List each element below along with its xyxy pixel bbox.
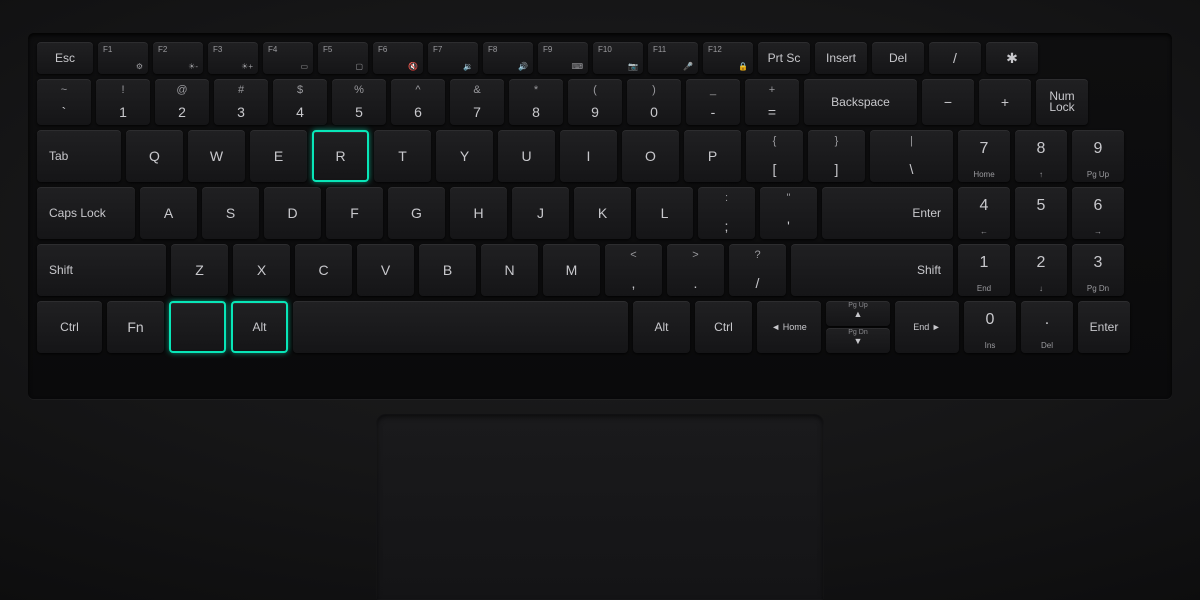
key-s[interactable]: S <box>202 187 259 239</box>
key-n[interactable]: N <box>481 244 538 296</box>
key-\[interactable]: |\ <box>870 130 953 182</box>
key-h[interactable]: H <box>450 187 507 239</box>
numpad-2[interactable]: 2↓ <box>1015 244 1067 296</box>
key-f3[interactable]: F3☀+ <box>208 42 258 74</box>
numpad-4[interactable]: 4← <box>958 187 1010 239</box>
key-1[interactable]: !1 <box>96 79 150 125</box>
key-alt-left[interactable]: Alt <box>231 301 288 353</box>
key-f6[interactable]: F6🔇 <box>373 42 423 74</box>
trackpad[interactable] <box>376 414 824 600</box>
key-w[interactable]: W <box>188 130 245 182</box>
key-p[interactable]: P <box>684 130 741 182</box>
key-insert[interactable]: Insert <box>815 42 867 74</box>
key-,[interactable]: <, <box>605 244 662 296</box>
keyboard: EscF1⚙F2☀-F3☀+F4▭F5▢F6🔇F7🔉F8🔊F9⌨F10📷F11🎤… <box>28 33 1172 399</box>
key-5[interactable]: %5 <box>332 79 386 125</box>
key-d[interactable]: D <box>264 187 321 239</box>
key-f9[interactable]: F9⌨ <box>538 42 588 74</box>
key-del[interactable]: Del <box>872 42 924 74</box>
key-+[interactable]: + <box>979 79 1031 125</box>
key-b[interactable]: B <box>419 244 476 296</box>
key-shift[interactable]: Shift <box>37 244 166 296</box>
key-enter[interactable]: Enter <box>1078 301 1130 353</box>
numpad-8[interactable]: 8↑ <box>1015 130 1067 182</box>
key-f4[interactable]: F4▭ <box>263 42 313 74</box>
key-spacebar[interactable] <box>293 301 628 353</box>
key-o[interactable]: O <box>622 130 679 182</box>
key-alt[interactable]: Alt <box>633 301 690 353</box>
key-num-lock[interactable]: NumLock <box>1036 79 1088 125</box>
key-.[interactable]: >. <box>667 244 724 296</box>
key-g[interactable]: G <box>388 187 445 239</box>
key-x[interactable]: X <box>233 244 290 296</box>
key-6[interactable]: ^6 <box>391 79 445 125</box>
key-v[interactable]: V <box>357 244 414 296</box>
numpad-.[interactable]: .Del <box>1021 301 1073 353</box>
arrow-down-key[interactable]: Pg Dn▼ <box>826 328 890 353</box>
key-f10[interactable]: F10📷 <box>593 42 643 74</box>
key-win[interactable] <box>169 301 226 353</box>
key-f5[interactable]: F5▢ <box>318 42 368 74</box>
numpad-1[interactable]: 1End <box>958 244 1010 296</box>
key--[interactable]: _- <box>686 79 740 125</box>
key-e[interactable]: E <box>250 130 307 182</box>
key-k[interactable]: K <box>574 187 631 239</box>
key-q[interactable]: Q <box>126 130 183 182</box>
key-3[interactable]: #3 <box>214 79 268 125</box>
key-f1[interactable]: F1⚙ <box>98 42 148 74</box>
key-m[interactable]: M <box>543 244 600 296</box>
key-7[interactable]: &7 <box>450 79 504 125</box>
numpad-0[interactable]: 0Ins <box>964 301 1016 353</box>
numpad-9[interactable]: 9Pg Up <box>1072 130 1124 182</box>
key-z[interactable]: Z <box>171 244 228 296</box>
key-fn[interactable]: Fn <box>107 301 164 353</box>
numpad-5[interactable]: 5 <box>1015 187 1067 239</box>
key-4[interactable]: $4 <box>273 79 327 125</box>
key-c[interactable]: C <box>295 244 352 296</box>
numpad-6[interactable]: 6→ <box>1072 187 1124 239</box>
key-`[interactable]: ~` <box>37 79 91 125</box>
key-][interactable]: }] <box>808 130 865 182</box>
key-caps-lock[interactable]: Caps Lock <box>37 187 135 239</box>
key-shift[interactable]: Shift <box>791 244 953 296</box>
key-f2[interactable]: F2☀- <box>153 42 203 74</box>
key-backspace[interactable]: Backspace <box>804 79 917 125</box>
key-ctrl[interactable]: Ctrl <box>37 301 102 353</box>
key-=[interactable]: += <box>745 79 799 125</box>
arrow-left-key[interactable]: ◄ Home <box>757 301 821 353</box>
key-enter[interactable]: Enter <box>822 187 953 239</box>
key-f7[interactable]: F7🔉 <box>428 42 478 74</box>
key-j[interactable]: J <box>512 187 569 239</box>
key-y[interactable]: Y <box>436 130 493 182</box>
key-;[interactable]: :; <box>698 187 755 239</box>
key-f8[interactable]: F8🔊 <box>483 42 533 74</box>
arrow-up-key[interactable]: Pg Up▲ <box>826 301 890 326</box>
key-2[interactable]: @2 <box>155 79 209 125</box>
key-9[interactable]: (9 <box>568 79 622 125</box>
arrow-right-key[interactable]: End ► <box>895 301 959 353</box>
key-r[interactable]: R <box>312 130 369 182</box>
key-u[interactable]: U <box>498 130 555 182</box>
key-✱[interactable]: ✱ <box>986 42 1038 74</box>
key-esc[interactable]: Esc <box>37 42 93 74</box>
key-f[interactable]: F <box>326 187 383 239</box>
key-−[interactable]: − <box>922 79 974 125</box>
key-prt-sc[interactable]: Prt Sc <box>758 42 810 74</box>
numpad-7[interactable]: 7Home <box>958 130 1010 182</box>
key-a[interactable]: A <box>140 187 197 239</box>
key-[[interactable]: {[ <box>746 130 803 182</box>
key-f12[interactable]: F12🔒 <box>703 42 753 74</box>
key-/[interactable]: / <box>929 42 981 74</box>
key-i[interactable]: I <box>560 130 617 182</box>
key-l[interactable]: L <box>636 187 693 239</box>
key-0[interactable]: )0 <box>627 79 681 125</box>
key-8[interactable]: *8 <box>509 79 563 125</box>
key-/[interactable]: ?/ <box>729 244 786 296</box>
numpad-3[interactable]: 3Pg Dn <box>1072 244 1124 296</box>
key-t[interactable]: T <box>374 130 431 182</box>
key-'[interactable]: "' <box>760 187 817 239</box>
key-f11[interactable]: F11🎤 <box>648 42 698 74</box>
key-ctrl[interactable]: Ctrl <box>695 301 752 353</box>
key-tab[interactable]: Tab <box>37 130 121 182</box>
